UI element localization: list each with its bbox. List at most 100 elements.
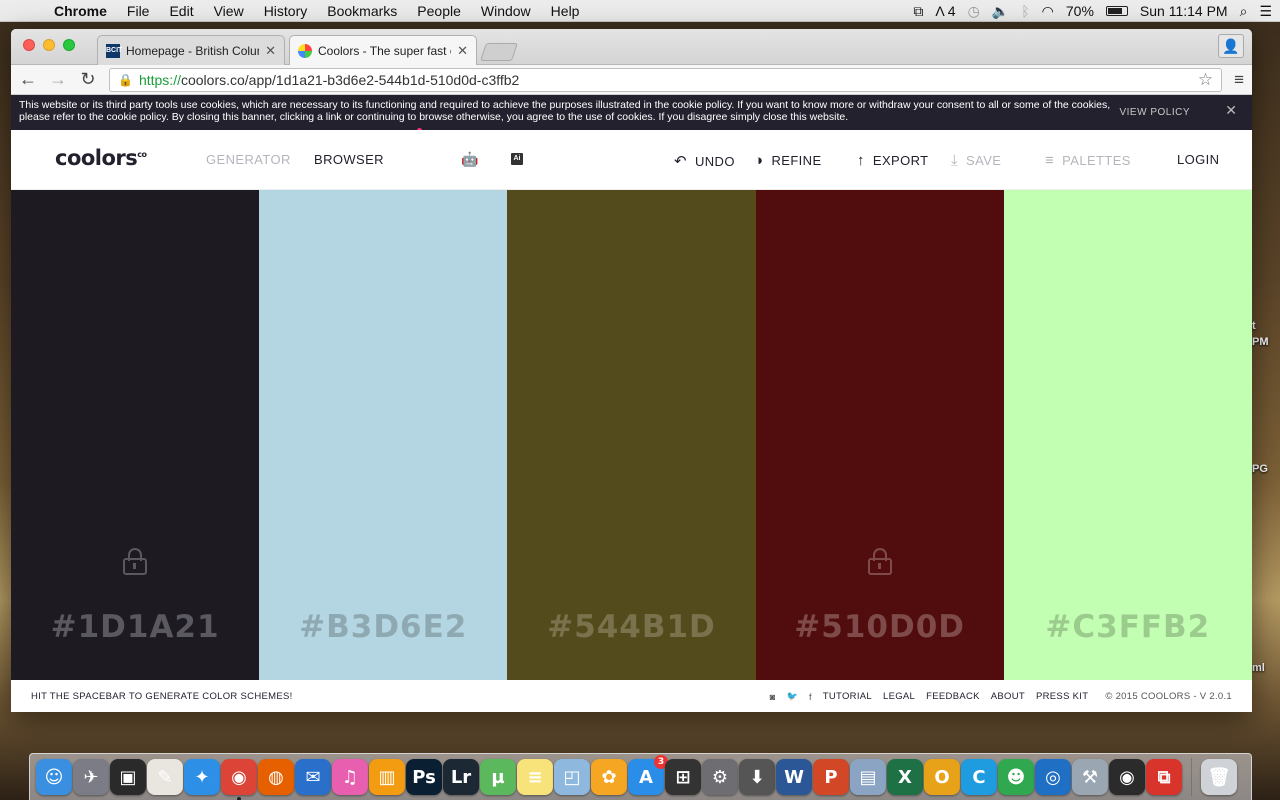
feedback-link[interactable]: FEEDBACK — [926, 691, 980, 702]
press-kit-link[interactable]: PRESS KIT — [1036, 691, 1088, 702]
cyberduck-icon[interactable]: C — [961, 759, 997, 795]
lightroom-icon[interactable]: Lr — [443, 759, 479, 795]
installer-icon[interactable]: ⬇ — [739, 759, 775, 795]
clock[interactable]: Sun 11:14 PM — [1140, 3, 1228, 19]
forward-arrow-icon[interactable]: → — [49, 69, 67, 90]
bookmark-star-icon[interactable]: ☆ — [1198, 70, 1213, 90]
secure-lock-icon[interactable]: 🔒 — [118, 73, 133, 87]
about-link[interactable]: ABOUT — [991, 691, 1025, 702]
menu-help[interactable]: Help — [541, 3, 590, 19]
generator-link[interactable]: GENERATOR — [206, 152, 291, 167]
menu-bookmarks[interactable]: Bookmarks — [317, 3, 407, 19]
battery-icon[interactable] — [1105, 6, 1128, 16]
menu-window[interactable]: Window — [471, 3, 541, 19]
color-swatch[interactable]: #C3FFB2 — [1003, 190, 1252, 680]
airport-icon[interactable]: ◉ — [1109, 759, 1145, 795]
chrome-menu-icon[interactable]: ≡ — [1234, 70, 1244, 90]
hex-code[interactable]: #B3D6E2 — [259, 609, 507, 645]
finder-icon[interactable]: ☺ — [36, 759, 72, 795]
notification-center-icon[interactable]: ☰ — [1259, 3, 1272, 20]
word-icon[interactable]: W — [776, 759, 812, 795]
thunderbird-icon[interactable]: ✉ — [295, 759, 331, 795]
chrome-icon[interactable]: ◉ — [221, 759, 257, 800]
menu-people[interactable]: People — [407, 3, 471, 19]
messenger-icon[interactable]: ☻ — [998, 759, 1034, 795]
new-tab-button[interactable] — [480, 43, 518, 61]
hex-code[interactable]: #1D1A21 — [11, 609, 259, 645]
powerpoint-icon[interactable]: P — [813, 759, 849, 795]
image-capture-icon[interactable]: ▤ — [850, 759, 886, 795]
excel-icon[interactable]: X — [887, 759, 923, 795]
facebook-icon[interactable]: f — [809, 692, 812, 702]
coolors-logo[interactable]: coolorsco — [55, 146, 147, 170]
spotlight-icon[interactable]: ⌕ — [1240, 3, 1248, 20]
minimize-window-button[interactable] — [43, 39, 55, 51]
url-text[interactable]: https://coolors.co/app/1d1a21-b3d6e2-544… — [139, 72, 519, 88]
tutorial-link[interactable]: TUTORIAL — [823, 691, 872, 702]
screen-mirroring-icon[interactable]: ⧉ — [913, 3, 923, 20]
color-swatch[interactable]: #1D1A21 — [11, 190, 260, 680]
browser-link[interactable]: BROWSER — [314, 152, 384, 167]
photoshop-icon[interactable]: Ps — [406, 759, 442, 795]
time-machine-icon[interactable]: ◷ — [968, 3, 980, 20]
export-button[interactable]: ↑ EXPORT — [857, 152, 929, 169]
itunes-icon[interactable]: ♫ — [332, 759, 368, 795]
reload-icon[interactable]: ↻ — [79, 69, 97, 90]
close-window-button[interactable] — [23, 39, 35, 51]
back-arrow-icon[interactable]: ← — [19, 69, 37, 90]
menu-file[interactable]: File — [117, 3, 160, 19]
profile-icon[interactable]: 👤 — [1218, 34, 1244, 58]
migration-icon[interactable]: ⚒ — [1072, 759, 1108, 795]
safari-icon[interactable]: ✦ — [184, 759, 220, 795]
hex-code[interactable]: #510D0D — [756, 609, 1004, 645]
bluetooth-icon[interactable]: ᛒ — [1021, 3, 1029, 19]
trash-icon[interactable]: 🗑 — [1201, 759, 1237, 795]
palettes-button[interactable]: ≡ PALETTES — [1045, 152, 1131, 169]
lock-icon[interactable] — [867, 548, 893, 576]
ibooks-icon[interactable]: ▥ — [369, 759, 405, 795]
adobe-icon[interactable]: Λ 4 — [935, 3, 955, 19]
system-preferences-icon[interactable]: ⚙ — [702, 759, 738, 795]
remote-desktop-icon[interactable]: ⊞ — [665, 759, 701, 795]
app-menu[interactable]: Chrome — [44, 3, 117, 19]
color-swatch[interactable]: #510D0D — [755, 190, 1004, 680]
app-store-icon[interactable]: A3 — [628, 755, 668, 795]
utorrent-icon[interactable]: µ — [480, 759, 516, 795]
notes-icon[interactable]: ≡ — [517, 759, 553, 795]
twitter-icon[interactable]: 🐦 — [786, 691, 798, 702]
zoom-window-button[interactable] — [63, 39, 75, 51]
tab-bcit[interactable]: BCIT Homepage - British Columbi ✕ — [97, 35, 285, 65]
outlook-icon[interactable]: O — [924, 759, 960, 795]
view-policy-link[interactable]: VIEW POLICY — [1119, 107, 1190, 119]
save-button[interactable]: ⤓ SAVE — [951, 152, 1001, 169]
volume-icon[interactable]: 🔈 — [992, 3, 1009, 20]
color-swatch[interactable]: #544B1D — [507, 190, 756, 680]
battery-percent[interactable]: 70% — [1066, 3, 1094, 19]
textedit-icon[interactable]: ✎ — [147, 759, 183, 795]
refine-button[interactable]: ◑ REFINE — [754, 152, 822, 169]
android-app-icon[interactable]: 🤖 — [461, 151, 478, 168]
parallels-icon[interactable]: ⧉ — [1146, 759, 1182, 795]
wifi-icon[interactable]: ◠ — [1042, 3, 1054, 20]
network-icon[interactable]: ◎ — [1035, 759, 1071, 795]
instagram-icon[interactable]: ◙ — [770, 692, 776, 702]
photos-icon[interactable]: ✿ — [591, 759, 627, 795]
address-bar[interactable]: 🔒 https://coolors.co/app/1d1a21-b3d6e2-5… — [109, 67, 1223, 92]
preview-icon[interactable]: ◰ — [554, 759, 590, 795]
menu-edit[interactable]: Edit — [159, 3, 203, 19]
illustrator-addon-icon[interactable]: Ai — [511, 153, 523, 165]
undo-button[interactable]: ↶ UNDO — [674, 152, 735, 170]
lock-icon[interactable] — [122, 548, 148, 576]
close-tab-icon[interactable]: ✕ — [265, 43, 276, 59]
menu-view[interactable]: View — [204, 3, 254, 19]
firefox-icon[interactable]: ◍ — [258, 759, 294, 795]
hex-code[interactable]: #C3FFB2 — [1004, 609, 1252, 645]
launchpad-icon[interactable]: ✈ — [73, 759, 109, 795]
close-tab-icon[interactable]: ✕ — [457, 43, 468, 59]
tab-coolors[interactable]: Coolors - The super fast co ✕ — [289, 35, 477, 65]
hex-code[interactable]: #544B1D — [507, 609, 755, 645]
legal-link[interactable]: LEGAL — [883, 691, 915, 702]
color-swatch[interactable]: #B3D6E2 — [259, 190, 508, 680]
close-banner-icon[interactable]: ✕ — [1225, 103, 1237, 117]
menu-history[interactable]: History — [254, 3, 318, 19]
